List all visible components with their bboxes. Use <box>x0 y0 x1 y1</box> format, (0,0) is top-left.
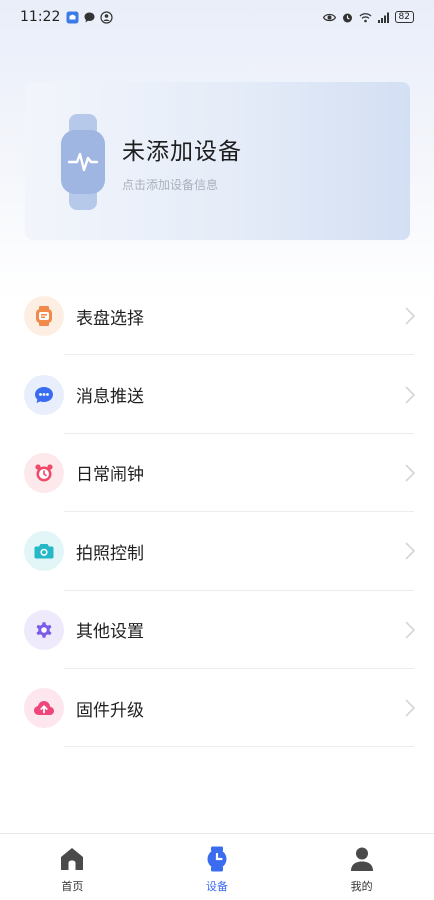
vpn-notification-icon <box>100 10 113 24</box>
menu-icon-container <box>24 374 64 415</box>
watch-face-icon <box>36 306 52 327</box>
app-notification-icon <box>66 11 79 23</box>
menu-icon-container <box>24 531 64 572</box>
cloud-upload-icon <box>34 701 54 716</box>
tab-home[interactable]: 首页 <box>12 840 132 894</box>
tab-label: 首页 <box>61 880 84 893</box>
message-notification-icon <box>84 12 95 22</box>
profile-icon <box>350 847 373 871</box>
menu-item-camera-control[interactable]: 拍照控制 <box>0 512 434 591</box>
tab-device[interactable]: 设备 <box>157 840 277 894</box>
status-left: 11:22 <box>20 9 113 25</box>
status-bar: 11:22 82 <box>0 0 434 34</box>
chat-bubble-icon <box>35 386 53 403</box>
eye-comfort-icon <box>322 13 336 21</box>
menu-item-firmware-upgrade[interactable]: 固件升级 <box>0 669 434 748</box>
device-subtitle: 点击添加设备信息 <box>122 178 219 192</box>
menu-icon-container <box>24 609 64 650</box>
add-device-card[interactable]: 未添加设备 点击添加设备信息 <box>25 82 410 240</box>
camera-icon <box>34 544 54 559</box>
smartwatch-icon <box>61 114 105 210</box>
home-icon <box>61 848 84 870</box>
menu-label: 日常闹钟 <box>76 465 144 486</box>
alarm-status-icon <box>342 13 352 22</box>
battery-indicator: 82 <box>394 11 414 23</box>
wifi-icon <box>359 12 372 22</box>
menu-item-watch-face[interactable]: 表盘选择 <box>0 277 434 356</box>
gear-icon <box>36 621 52 638</box>
divider <box>64 746 414 748</box>
device-title: 未添加设备 <box>122 139 242 165</box>
status-time: 11:22 <box>20 9 61 25</box>
tab-label: 设备 <box>205 880 228 893</box>
tab-profile[interactable]: 我的 <box>302 840 422 894</box>
menu-item-other-settings[interactable]: 其他设置 <box>0 591 434 669</box>
device-menu-list: 表盘选择 消息推送 日常闹钟 拍照控制 其他设置 固件升级 <box>0 277 434 748</box>
chevron-right-icon <box>405 464 416 482</box>
menu-icon-container <box>24 688 64 729</box>
chevron-right-icon <box>405 386 416 404</box>
signal-icon <box>377 12 389 23</box>
status-right: 82 <box>322 11 414 24</box>
menu-label: 拍照控制 <box>76 543 144 564</box>
menu-label: 消息推送 <box>76 387 144 408</box>
menu-label: 其他设置 <box>76 622 144 643</box>
chevron-right-icon <box>405 621 416 639</box>
tab-label: 我的 <box>350 880 373 893</box>
device-watch-icon <box>207 846 227 872</box>
menu-item-alarm[interactable]: 日常闹钟 <box>0 434 434 513</box>
chevron-right-icon <box>405 699 416 717</box>
chevron-right-icon <box>405 307 416 325</box>
menu-item-message-push[interactable]: 消息推送 <box>0 355 434 434</box>
menu-label: 固件升级 <box>76 700 144 721</box>
alarm-clock-icon <box>35 464 53 482</box>
chevron-right-icon <box>405 542 416 560</box>
menu-icon-container <box>24 296 64 337</box>
menu-label: 表盘选择 <box>76 308 144 329</box>
bottom-tab-bar: 首页 设备 我的 <box>0 833 434 900</box>
menu-icon-container <box>24 452 64 493</box>
